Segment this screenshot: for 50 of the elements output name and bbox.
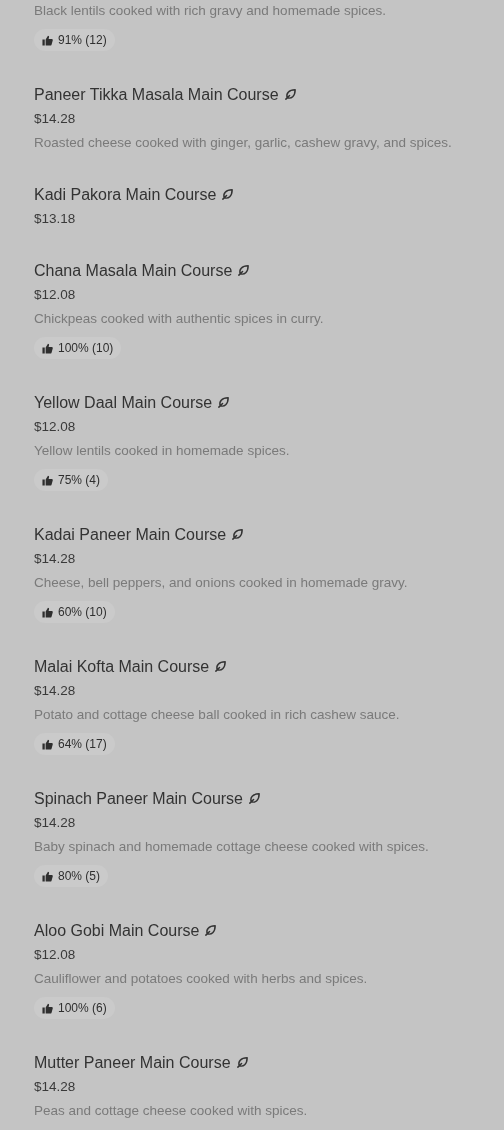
leaf-icon bbox=[221, 188, 235, 201]
thumbs-up-icon bbox=[42, 342, 53, 354]
leaf-icon bbox=[217, 396, 231, 409]
rating-text: 80% (5) bbox=[58, 869, 101, 883]
leaf-icon bbox=[214, 660, 228, 673]
rating-text: 60% (10) bbox=[58, 605, 107, 619]
dish-description: Peas and cottage cheese cooked with spices. bbox=[34, 1102, 309, 1120]
dish-name[interactable]: Malai Kofta Main Course bbox=[34, 657, 210, 676]
thumbs-up-icon bbox=[42, 1002, 53, 1014]
dish-description: Black lentils cooked with rich gravy and homemade spices. bbox=[34, 2, 387, 20]
rating-text: 100% (6) bbox=[58, 1001, 107, 1015]
dish-price: $14.28 bbox=[34, 1078, 77, 1096]
thumbs-up-icon bbox=[42, 738, 53, 750]
leaf-icon bbox=[204, 924, 218, 937]
rating-text: 64% (17) bbox=[58, 737, 107, 751]
leaf-icon bbox=[235, 1056, 249, 1069]
dish-name[interactable]: Mutter Paneer Main Course bbox=[34, 1053, 231, 1072]
dish-price: $14.28 bbox=[34, 550, 77, 568]
dish-name[interactable]: Chana Masala Main Course bbox=[34, 261, 233, 280]
dish-name[interactable]: Spinach Paneer Main Course bbox=[34, 789, 243, 808]
rating-text: 91% (12) bbox=[58, 33, 107, 47]
dish-description: Cheese, bell peppers, and onions cooked in homemade gravy. bbox=[34, 574, 409, 592]
thumbs-up-icon bbox=[42, 870, 53, 882]
leaf-icon bbox=[231, 528, 245, 541]
dish-name[interactable]: Aloo Gobi Main Course bbox=[34, 921, 200, 940]
dish-description: Cauliflower and potatoes cooked with herbs and spices. bbox=[34, 970, 369, 988]
leaf-icon bbox=[283, 88, 297, 101]
leaf-icon bbox=[237, 264, 251, 277]
thumbs-up-icon bbox=[42, 606, 53, 618]
dish-price: $13.18 bbox=[34, 210, 77, 228]
dish-description: Potato and cottage cheese ball cooked in rich cashew sauce. bbox=[34, 706, 401, 724]
leaf-icon bbox=[248, 792, 261, 805]
thumbs-up-icon bbox=[42, 474, 53, 486]
dish-price: $12.08 bbox=[34, 286, 77, 304]
dish-description: Baby spinach and homemade cottage cheese cooked with spices. bbox=[34, 838, 430, 856]
dish-price: $12.08 bbox=[34, 946, 77, 964]
dish-price: $14.28 bbox=[34, 682, 77, 700]
rating-text: 100% (10) bbox=[58, 341, 114, 355]
dish-name[interactable]: Yellow Daal Main Course bbox=[34, 393, 213, 412]
dish-description: Chickpeas cooked with authentic spices in curry. bbox=[34, 310, 325, 328]
rating-text: 75% (4) bbox=[58, 473, 101, 487]
dish-price: $14.28 bbox=[34, 110, 77, 128]
dish-price: $12.08 bbox=[34, 418, 77, 436]
thumbs-up-icon bbox=[42, 34, 53, 46]
dish-name[interactable]: Paneer Tikka Masala Main Course bbox=[34, 85, 279, 104]
dish-name[interactable]: Kadai Paneer Main Course bbox=[34, 525, 227, 544]
dish-price: $14.28 bbox=[34, 814, 77, 832]
dish-description: Yellow lentils cooked in homemade spices. bbox=[34, 442, 291, 460]
dish-name[interactable]: Kadi Pakora Main Course bbox=[34, 185, 217, 204]
dish-description: Roasted cheese cooked with ginger, garlic, cashew gravy, and spices. bbox=[34, 134, 453, 152]
